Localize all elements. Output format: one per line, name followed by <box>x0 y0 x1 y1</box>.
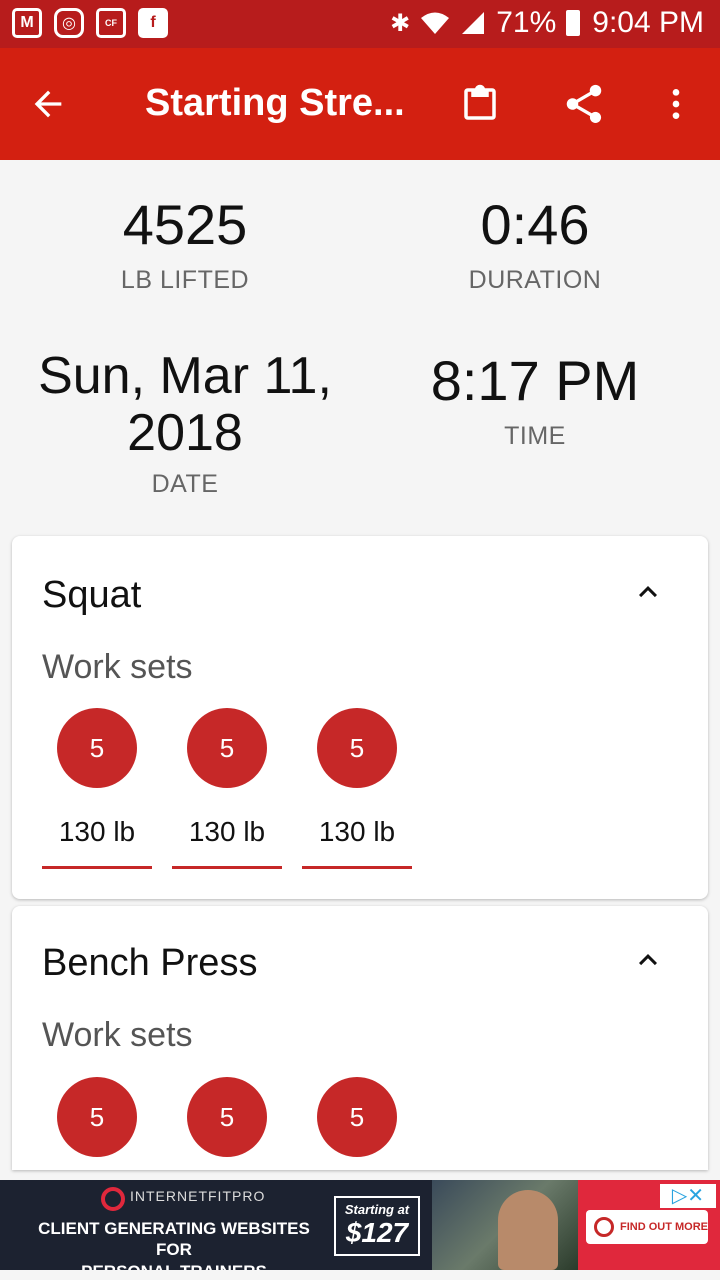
exercise-name: Squat <box>42 574 142 616</box>
status-bar: M ◎ CF f ✱ 71% 9:04 PM <box>0 0 720 48</box>
ad-price: $127 <box>345 1217 409 1248</box>
duration-value: 0:46 <box>480 193 590 256</box>
ad-headline: CLIENT GENERATING WEBSITES FOR PERSONAL … <box>24 1218 324 1270</box>
duration-label: DURATION <box>468 265 602 294</box>
set-item: 5 130 lb <box>172 708 282 869</box>
flipboard-icon: f <box>138 8 168 38</box>
ad-headline-line-2: PERSONAL TRAINERS <box>24 1261 324 1271</box>
lb-lifted-label: LB LIFTED <box>120 265 250 294</box>
set-weight[interactable]: 130 lb <box>172 816 282 869</box>
time-value: 8:17 PM <box>430 349 640 412</box>
brand-logo-icon <box>101 1187 125 1211</box>
work-sets-label: Work sets <box>42 648 193 686</box>
stat-duration: 0:46 DURATION <box>355 194 715 295</box>
set-reps-button[interactable]: 5 <box>187 1077 267 1157</box>
gmail-icon: M <box>12 8 42 38</box>
notification-icons: M ◎ CF f <box>12 8 168 38</box>
set-weight[interactable]: 130 lb <box>302 816 412 869</box>
lb-lifted-value: 4525 <box>122 193 248 256</box>
ad-price-caption: Starting at <box>344 1202 410 1217</box>
collapse-button[interactable] <box>630 574 666 610</box>
collapse-button[interactable] <box>630 942 666 978</box>
set-item: 5 <box>302 1077 412 1157</box>
set-item: 5 <box>42 1077 152 1157</box>
ad-banner[interactable]: INTERNETFITPRO CLIENT GENERATING WEBSITE… <box>0 1180 720 1270</box>
page-title: Starting Stre... <box>145 82 405 124</box>
ad-headline-line-1: CLIENT GENERATING WEBSITES FOR <box>38 1219 310 1260</box>
adchoices-close-icon[interactable]: ▷✕ <box>660 1184 716 1208</box>
bluetooth-icon: ✱ <box>390 9 411 37</box>
chevron-up-icon <box>639 954 657 966</box>
exercise-name: Bench Press <box>42 942 258 984</box>
stat-date: Sun, Mar 11, 2018 DATE <box>5 347 365 499</box>
ad-price-box: Starting at $127 <box>334 1196 420 1256</box>
crossfit-games-icon: CF <box>96 8 126 38</box>
exercise-card-bench-press: Bench Press Work sets 5 5 5 <box>12 906 708 1170</box>
share-button[interactable] <box>560 80 608 128</box>
search-icon <box>594 1217 614 1237</box>
exercise-card-squat: Squat Work sets 5 130 lb 5 130 lb 5 130 … <box>12 536 708 899</box>
more-options-button[interactable] <box>652 80 700 128</box>
set-reps-button[interactable]: 5 <box>317 708 397 788</box>
ad-photo <box>432 1180 580 1270</box>
back-button[interactable] <box>24 80 72 128</box>
wifi-icon <box>421 12 450 34</box>
instagram-icon: ◎ <box>54 8 84 38</box>
share-icon <box>566 84 602 124</box>
signal-icon <box>462 12 485 34</box>
date-line-2: 2018 <box>127 404 243 463</box>
clipboard-button[interactable] <box>456 80 504 128</box>
set-item: 5 130 lb <box>302 708 412 869</box>
stat-time: 8:17 PM TIME <box>355 350 715 451</box>
trainer-image <box>498 1190 558 1270</box>
workout-summary: 4525 LB LIFTED 0:46 DURATION Sun, Mar 11… <box>0 160 720 530</box>
battery-icon <box>566 10 581 36</box>
date-line-1: Sun, Mar 11, <box>38 347 332 405</box>
stat-lb-lifted: 4525 LB LIFTED <box>5 194 365 295</box>
arrow-back-icon <box>34 90 62 118</box>
set-reps-button[interactable]: 5 <box>317 1077 397 1157</box>
set-reps-button[interactable]: 5 <box>57 708 137 788</box>
app-bar: Starting Stre... <box>0 48 720 160</box>
set-item: 5 <box>172 1077 282 1157</box>
set-item: 5 130 lb <box>42 708 152 869</box>
battery-percent: 71% <box>496 6 557 39</box>
clipboard-icon <box>464 84 496 120</box>
time-label: TIME <box>504 421 566 450</box>
set-weight[interactable]: 130 lb <box>42 816 152 869</box>
set-reps-button[interactable]: 5 <box>57 1077 137 1157</box>
clock: 9:04 PM <box>592 6 704 39</box>
chevron-up-icon <box>639 586 657 598</box>
ad-brand: INTERNETFITPRO <box>130 1188 266 1204</box>
more-vert-icon <box>672 89 680 119</box>
system-icons: ✱ 71% 9:04 PM <box>390 6 704 40</box>
work-sets-label: Work sets <box>42 1016 193 1054</box>
date-label: DATE <box>151 470 219 499</box>
set-reps-button[interactable]: 5 <box>187 708 267 788</box>
